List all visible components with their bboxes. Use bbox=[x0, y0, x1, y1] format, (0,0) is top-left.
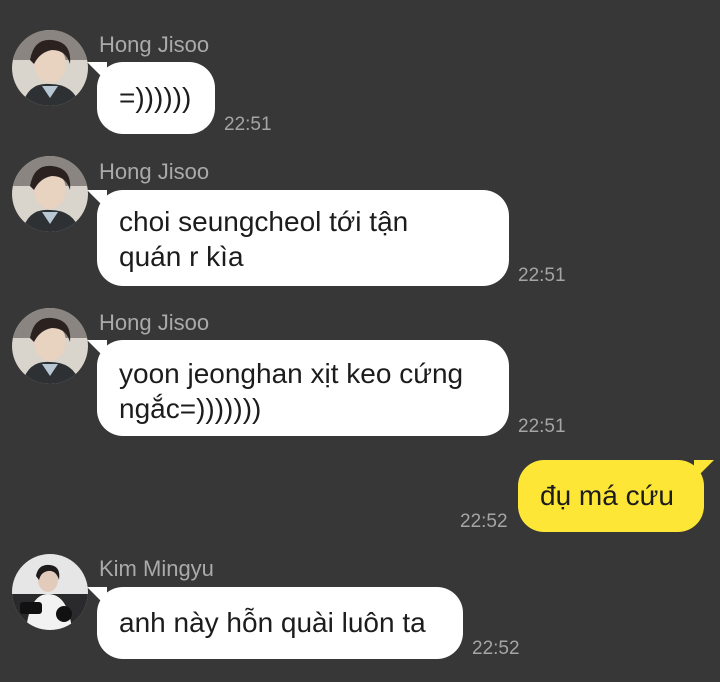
message-time: 22:51 bbox=[224, 114, 272, 135]
message-time: 22:51 bbox=[518, 265, 566, 286]
sender-name: Hong Jisoo bbox=[99, 32, 210, 57]
message-bubble[interactable]: yoon jeonghan xịt keo cứng ngắc=))))))) bbox=[87, 340, 509, 436]
hong-jisoo-avatar[interactable] bbox=[12, 30, 88, 106]
kim-mingyu-avatar[interactable] bbox=[12, 554, 88, 630]
sender-name: Hong Jisoo bbox=[99, 159, 210, 184]
sender-name: Hong Jisoo bbox=[99, 310, 210, 335]
message-time: 22:52 bbox=[472, 638, 520, 659]
message-bubble[interactable]: choi seungcheol tới tận quán r kìa bbox=[87, 190, 509, 286]
message-time: 22:52 bbox=[460, 511, 508, 532]
message-time: 22:51 bbox=[518, 416, 566, 437]
message-bubble[interactable]: đụ má cứu bbox=[518, 460, 714, 532]
message-bubble[interactable]: anh này hỗn quài luôn ta bbox=[87, 587, 463, 659]
sender-name: Kim Mingyu bbox=[99, 556, 214, 581]
hong-jisoo-avatar[interactable] bbox=[12, 156, 88, 232]
message-bubble[interactable]: =)))))) bbox=[87, 62, 215, 134]
hong-jisoo-avatar[interactable] bbox=[12, 308, 88, 384]
